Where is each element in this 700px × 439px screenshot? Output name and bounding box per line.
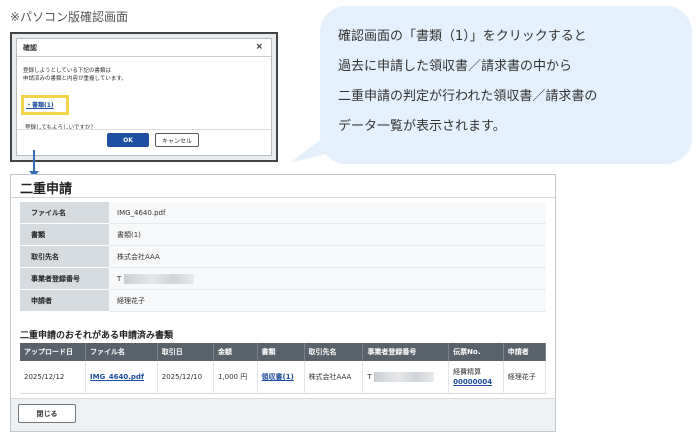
detail-label: ファイル名 (20, 202, 109, 224)
detail-row: 申請者 経理花子 (20, 289, 546, 312)
confirm-dialog-title: 確認 (23, 44, 37, 52)
confirm-message-line-2: 申請済みの書類と内容が重複しています。 (23, 76, 127, 82)
panel-footer: 閉じる (11, 398, 555, 431)
duplicate-application-panel: 二重申請 ファイル名 IMG_4640.pdf 書類 書類(1) 取引先名 株式… (10, 174, 556, 432)
detail-row: 取引先名 株式会社AAA (20, 245, 546, 268)
registration-number-prefix: T (367, 373, 372, 381)
detail-value: 株式会社AAA (109, 245, 546, 268)
close-icon[interactable]: × (255, 42, 263, 52)
deal-date-cell: 2025/12/10 (157, 361, 214, 394)
slip-cell: 経費精算 00000004 (448, 361, 504, 394)
detail-table: ファイル名 IMG_4640.pdf 書類 書類(1) 取引先名 株式会社AAA… (20, 202, 546, 312)
confirm-dialog-screenshot: 確認 × 登録しようとしている下記の書類は 申請済みの書類と内容が重複しています… (10, 32, 278, 162)
confirm-dialog-message: 登録しようとしている下記の書類は 申請済みの書類と内容が重複しています。 (17, 57, 271, 83)
cancel-button[interactable]: キャンセル (155, 133, 199, 147)
detail-label: 申請者 (20, 289, 109, 312)
slip-number-link[interactable]: 00000004 (453, 378, 492, 386)
registration-number-prefix: T (117, 274, 122, 283)
column-header: 申請者 (503, 343, 547, 361)
registration-number-cell: T (362, 361, 450, 394)
detail-row: ファイル名 IMG_4640.pdf (20, 202, 546, 224)
document-link[interactable]: ・書類(1) (26, 100, 54, 109)
column-header: 伝票No. (448, 343, 504, 361)
detail-label: 事業者登録番号 (20, 267, 109, 290)
confirm-dialog-buttons: OK キャンセル (17, 129, 271, 149)
column-header: 事業者登録番号 (362, 343, 450, 361)
column-header: アップロード日 (20, 343, 86, 361)
document-cell: 領収書(1) (257, 361, 305, 394)
column-header: ファイル名 (85, 343, 158, 361)
masked-value (373, 372, 434, 382)
amount-cell: 1,000 円 (213, 361, 258, 394)
screen-caption: ※パソコン版確認画面 (10, 10, 129, 24)
section-title: 二重申請のおそれがある申請済み書類 (20, 331, 174, 341)
detail-row: 事業者登録番号 T (20, 267, 546, 290)
column-header: 書類 (257, 343, 305, 361)
masked-value (124, 273, 195, 284)
divider (11, 197, 555, 198)
slip-type: 経費精算 (453, 368, 482, 376)
callout-line-1: 確認画面の「書類（1）」をクリックすると (338, 29, 587, 44)
ok-button[interactable]: OK (107, 133, 149, 147)
detail-label: 書類 (20, 223, 109, 246)
detail-row: 書類 書類(1) (20, 223, 546, 246)
confirm-message-line-1: 登録しようとしている下記の書類は (23, 68, 111, 74)
detail-value: 書類(1) (109, 223, 546, 246)
detail-value: T (109, 267, 546, 290)
close-button[interactable]: 閉じる (18, 404, 76, 423)
file-name-cell: IMG_4640.pdf (85, 361, 158, 394)
detail-value: 経理花子 (109, 289, 546, 312)
callout-bubble: 確認画面の「書類（1）」をクリックすると 過去に申請した領収書／請求書の中から … (320, 6, 692, 164)
callout-line-4: データ一覧が表示されます。 (338, 119, 506, 134)
document-type-link[interactable]: 領収書(1) (262, 373, 294, 381)
column-header: 金額 (213, 343, 258, 361)
table-header-row: アップロード日 ファイル名 取引日 金額 書類 取引先名 事業者登録番号 伝票N… (20, 343, 547, 361)
column-header: 取引先名 (304, 343, 364, 361)
applicant-cell: 経理花子 (503, 361, 547, 394)
file-name-link[interactable]: IMG_4640.pdf (90, 373, 144, 381)
column-header: 取引日 (157, 343, 214, 361)
applied-documents-table: アップロード日 ファイル名 取引日 金額 書類 取引先名 事業者登録番号 伝票N… (20, 343, 547, 394)
table-row: 2025/12/12 IMG_4640.pdf 2025/12/10 1,000… (20, 361, 547, 394)
detail-label: 取引先名 (20, 245, 109, 268)
confirm-dialog-header: 確認 × (17, 39, 271, 57)
panel-title: 二重申請 (20, 182, 73, 197)
detail-value: IMG_4640.pdf (109, 202, 546, 224)
upload-date-cell: 2025/12/12 (20, 361, 86, 394)
callout-line-3: 二重申請の判定が行われた領収書／請求書の (338, 89, 598, 104)
callout-line-2: 過去に申請した領収書／請求書の中から (338, 59, 573, 74)
confirm-dialog: 確認 × 登録しようとしている下記の書類は 申請済みの書類と内容が重複しています… (16, 38, 272, 156)
partner-cell: 株式会社AAA (304, 361, 364, 394)
